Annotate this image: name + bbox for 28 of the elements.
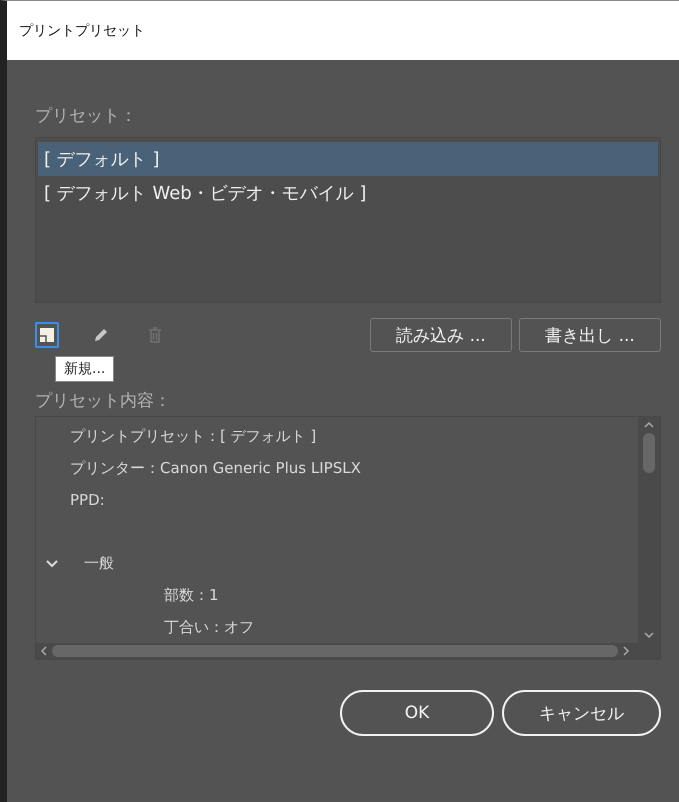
scroll-left-icon[interactable] xyxy=(40,646,48,656)
preset-list-item[interactable]: [ デフォルト Web・ビデオ・モバイル ] xyxy=(38,176,658,210)
scroll-up-icon[interactable] xyxy=(644,421,654,429)
group-label: 一般 xyxy=(83,553,114,574)
preset-detail-text: プリントプリセット：[ デフォルト ] xyxy=(69,426,318,448)
section-label: プリセット： xyxy=(35,105,138,127)
preset-list-item[interactable]: [ デフォルト ] xyxy=(38,142,658,176)
trash-icon xyxy=(148,327,162,343)
window-title: プリントプリセット xyxy=(19,22,145,40)
file-button[interactable]: 読み込み ... xyxy=(370,318,512,352)
scrollbar-thumb[interactable] xyxy=(52,645,618,657)
new-document-icon xyxy=(39,327,55,343)
scrollbar-thumb[interactable] xyxy=(643,433,655,473)
preset-detail-text: プリンター：Canon Generic Plus LIPSLX xyxy=(69,458,362,479)
preset-detail-text: 部数：1 xyxy=(163,585,220,606)
tooltip: 新規... xyxy=(55,356,114,382)
preset-detail-text: 丁合い：オフ xyxy=(163,616,255,638)
pencil-icon xyxy=(92,326,110,344)
file-button[interactable]: 書き出し ... xyxy=(519,318,661,352)
new-button[interactable] xyxy=(35,322,59,348)
section-label: プリセット内容： xyxy=(35,390,172,412)
dialog-button[interactable]: OK xyxy=(340,690,494,736)
vertical-scrollbar[interactable] xyxy=(638,417,660,643)
horizontal-scrollbar[interactable] xyxy=(36,643,660,659)
scroll-down-icon[interactable] xyxy=(644,631,654,639)
preset-detail-text: PPD: xyxy=(69,490,106,512)
scroll-right-icon[interactable] xyxy=(622,646,630,656)
dialog-button[interactable]: キャンセル xyxy=(502,690,661,736)
